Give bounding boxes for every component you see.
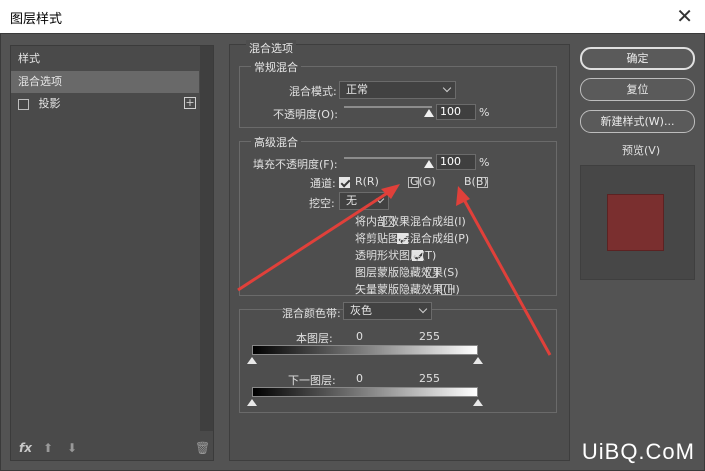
reset-button[interactable]: 复位	[580, 78, 695, 101]
ok-button[interactable]: 确定	[580, 47, 695, 70]
arrow-to-b-channel	[456, 186, 552, 356]
watermark-text: UiBQ.CoM	[581, 439, 695, 464]
new-style-button[interactable]: 新建样式(W)...	[580, 110, 695, 133]
style-preview-swatch	[607, 194, 664, 251]
preview-label: 预览(V)	[622, 144, 661, 157]
arrow-to-g-channel	[237, 184, 400, 292]
